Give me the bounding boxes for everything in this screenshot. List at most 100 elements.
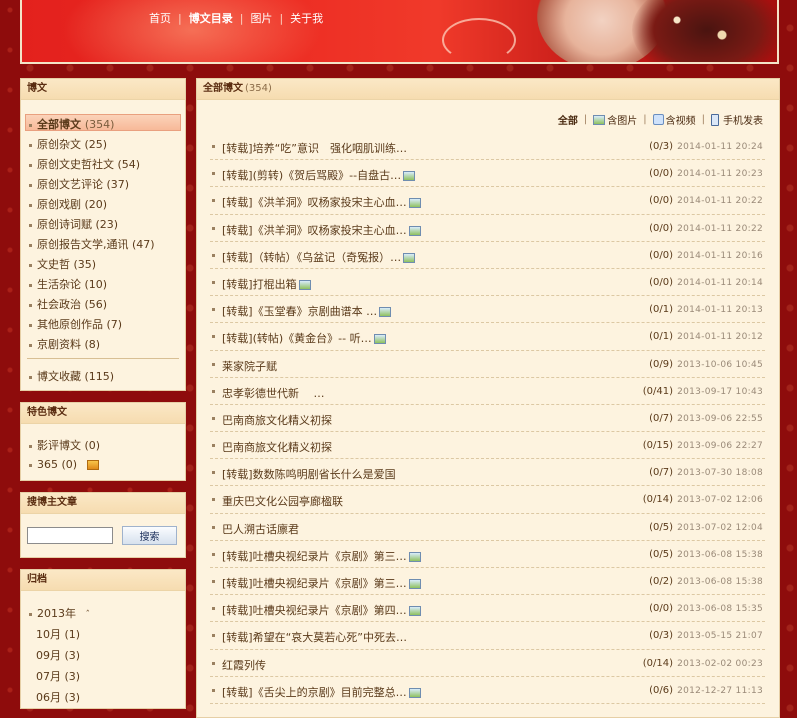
nav-home[interactable]: 首页 xyxy=(149,10,171,26)
post-title-link[interactable]: [转载](转帖)《黄金台》-- 听… xyxy=(222,330,386,346)
post-comment-count[interactable]: (0/7) xyxy=(649,413,673,424)
post-title-text: [转载]《洪羊洞》叹杨家投宋主心血… xyxy=(222,223,407,237)
search-input[interactable] xyxy=(27,527,113,544)
post-title-link[interactable]: 红霞列传 xyxy=(222,657,266,673)
post-date: 2014-01-11 20:13 xyxy=(677,305,763,316)
category-item[interactable]: 生活杂论 (10) xyxy=(29,276,107,292)
post-comment-count[interactable]: (0/2) xyxy=(649,576,673,587)
post-title-link[interactable]: [转载]《舌尖上的京剧》目前完整总… xyxy=(222,684,421,700)
archive-month[interactable]: 06月 (3) xyxy=(36,689,80,705)
post-title-text: [转载]《玉堂春》京剧曲谱本 … xyxy=(222,305,378,319)
banner-ornament-curl xyxy=(442,18,516,62)
post-comment-count[interactable]: (0/41) xyxy=(643,386,673,397)
post-row: 巴南商旅文化精义初探 (0/7) 2013-09-06 22:55 xyxy=(210,405,765,433)
category-item[interactable]: 其他原创作品 (7) xyxy=(29,316,122,332)
post-date: 2013-09-06 22:55 xyxy=(677,413,763,424)
filter-mobile[interactable]: 手机发表 xyxy=(711,112,763,127)
post-title-link[interactable]: [转载]数数陈鸣明剧省长什么是爱国 xyxy=(222,466,396,482)
post-comment-count[interactable]: (0/7) xyxy=(649,467,673,478)
post-date: 2014-01-11 20:24 xyxy=(677,142,763,152)
category-item-favorites[interactable]: 博文收藏 (115) xyxy=(29,368,114,384)
category-item[interactable]: 原创文艺评论 (37) xyxy=(29,176,129,192)
post-title-link[interactable]: 巴南商旅文化精义初探 xyxy=(222,412,332,428)
post-comment-count[interactable]: (0/5) xyxy=(649,522,673,533)
search-button[interactable]: 搜索 xyxy=(122,526,177,545)
post-date: 2014-01-11 20:22 xyxy=(677,223,763,234)
category-item[interactable]: 原创杂文 (25) xyxy=(29,136,107,152)
category-item[interactable]: 原创诗词赋 (23) xyxy=(29,216,118,232)
post-row: 巴人溯古话廪君 (0/5) 2013-07-02 12:04 xyxy=(210,514,765,541)
category-item[interactable]: 文史哲 (35) xyxy=(29,256,96,272)
featured-item[interactable]: 影评博文 (0) xyxy=(29,437,100,453)
category-item[interactable]: 社会政治 (56) xyxy=(29,296,107,312)
post-title-text: [转载]（转帖）《乌盆记（奇冤报）… xyxy=(222,250,402,264)
post-title-link[interactable]: [转载]吐槽央视纪录片《京剧》第三… xyxy=(222,575,421,591)
post-title-text: [转载]《舌尖上的京剧》目前完整总… xyxy=(222,685,407,699)
bullet-icon xyxy=(212,661,215,665)
post-title-link[interactable]: [转载]希望在“哀大莫若心死”中死去… xyxy=(222,629,407,645)
post-comment-count[interactable]: (0/3) xyxy=(649,141,673,152)
nav-blog-directory[interactable]: 博文目录 xyxy=(189,10,233,26)
post-title-link[interactable]: 莱家院子赋 xyxy=(222,358,277,374)
post-comment-count[interactable]: (0/0) xyxy=(649,277,673,288)
post-row: [转载]《洪羊洞》叹杨家投宋主心血… (0/0) 2014-01-11 20:22 xyxy=(210,187,765,215)
category-item[interactable]: 原创戏剧 (20) xyxy=(29,196,107,212)
featured-box-title: 特色博文 xyxy=(21,403,185,424)
collapse-up-icon[interactable]: ˆ xyxy=(86,610,91,620)
archive-month[interactable]: 10月 (1) xyxy=(36,626,80,642)
post-title-link[interactable]: 巴南商旅文化精义初探 xyxy=(222,439,332,455)
post-comment-count[interactable]: (0/0) xyxy=(649,250,673,261)
post-comment-count[interactable]: (0/15) xyxy=(643,440,673,451)
post-comment-count[interactable]: (0/0) xyxy=(649,168,673,179)
post-title-link[interactable]: [转载]《洪羊洞》叹杨家投宋主心血… xyxy=(222,222,421,238)
featured-item[interactable]: 365 (0) xyxy=(29,458,99,471)
post-comment-count[interactable]: (0/6) xyxy=(649,685,673,696)
post-date: 2013-06-08 15:38 xyxy=(677,549,763,560)
post-title-link[interactable]: [转载]打棍出箱 xyxy=(222,276,311,292)
post-comment-count[interactable]: (0/9) xyxy=(649,359,673,370)
post-comment-count[interactable]: (0/5) xyxy=(649,549,673,560)
post-comment-count[interactable]: (0/0) xyxy=(649,195,673,206)
post-title-link[interactable]: [转载]《洪羊洞》叹杨家投宋主心血… xyxy=(222,194,421,210)
header-banner: 首页 | 博文目录 | 图片 | 关于我 xyxy=(20,0,779,64)
nav-about[interactable]: 关于我 xyxy=(290,10,323,26)
blog-category-box: 博文 全部博文 (354) 原创杂文 (25) 原创文史哲社文 (54) 原创文… xyxy=(20,78,186,391)
category-item[interactable]: 原创文史哲社文 (54) xyxy=(29,156,140,172)
filter-all[interactable]: 全部 xyxy=(558,112,578,127)
post-date: 2013-02-02 00:23 xyxy=(677,658,763,669)
post-title-link[interactable]: 巴人溯古话廪君 xyxy=(222,521,299,537)
filter-with-pictures[interactable]: 含图片 xyxy=(593,112,637,127)
post-title-link[interactable]: [转载]吐槽央视纪录片《京剧》第三… xyxy=(222,548,421,564)
post-date: 2013-09-06 22:27 xyxy=(677,441,763,452)
post-title-text: [转载]吐槽央视纪录片《京剧》第四… xyxy=(222,604,407,618)
archive-month[interactable]: 07月 (3) xyxy=(36,668,80,684)
post-date: 2013-07-02 12:06 xyxy=(677,495,763,506)
archive-month[interactable]: 09月 (3) xyxy=(36,647,80,663)
picture-icon xyxy=(403,252,416,263)
post-title-link[interactable]: 忠孝彰德世代新 … xyxy=(222,385,325,401)
post-comment-count[interactable]: (0/0) xyxy=(649,223,673,234)
post-title-link[interactable]: [转载]培养“吃”意识 强化咽肌训练… xyxy=(222,140,407,156)
category-item-all[interactable]: 全部博文 (354) xyxy=(29,116,114,132)
post-title-link[interactable]: 重庆巴文化公园亭廊楹联 xyxy=(222,493,343,509)
archive-year[interactable]: 2013年 ˆ xyxy=(29,605,90,621)
post-comment-count[interactable]: (0/0) xyxy=(649,603,673,614)
bullet-icon xyxy=(212,389,215,393)
archive-box-title: 归档 xyxy=(21,570,185,591)
post-title-link[interactable]: [转载](剪转)《贺后骂殿》--自盘古… xyxy=(222,167,416,183)
filter-with-video[interactable]: 含视频 xyxy=(652,112,696,127)
post-comment-count[interactable]: (0/3) xyxy=(649,630,673,641)
post-title-link[interactable]: [转载]《玉堂春》京剧曲谱本 … xyxy=(222,303,392,319)
post-title-link[interactable]: [转载]吐槽央视纪录片《京剧》第四… xyxy=(222,602,421,618)
post-date: 2013-06-08 15:35 xyxy=(677,604,763,615)
category-item[interactable]: 京剧资料 (8) xyxy=(29,336,100,352)
post-comment-count[interactable]: (0/1) xyxy=(649,331,673,342)
category-item[interactable]: 原创报告文学,通讯 (47) xyxy=(29,236,155,252)
nav-pictures[interactable]: 图片 xyxy=(250,10,272,26)
post-comment-count[interactable]: (0/1) xyxy=(649,304,673,315)
post-title-link[interactable]: [转载]（转帖）《乌盆记（奇冤报）… xyxy=(222,249,416,265)
post-comment-count[interactable]: (0/14) xyxy=(643,658,673,669)
post-comment-count[interactable]: (0/14) xyxy=(643,494,673,505)
bullet-icon xyxy=(212,525,215,529)
nav-separator: | xyxy=(279,11,284,25)
